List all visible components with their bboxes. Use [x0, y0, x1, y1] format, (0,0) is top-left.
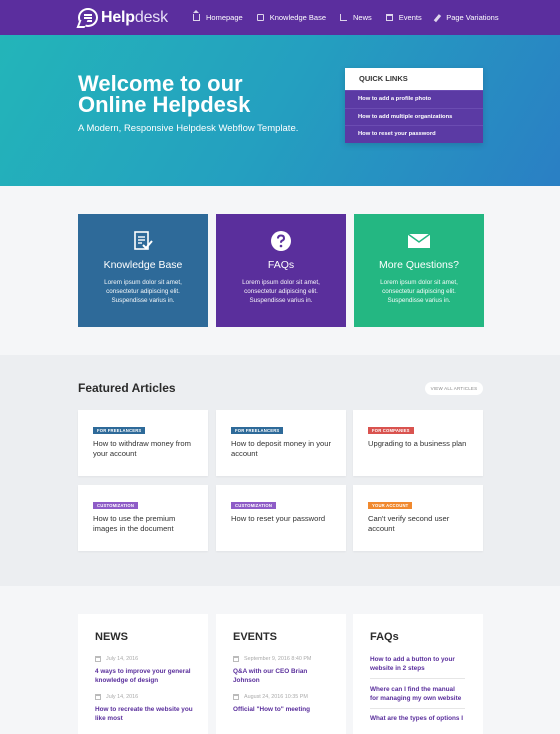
quick-link-item[interactable]: How to reset your password: [345, 125, 483, 143]
hero-title-line1: Welcome to our: [78, 71, 243, 96]
nav-label: Events: [398, 13, 422, 22]
quick-links-panel: QUICK LINKS How to add a profile photo H…: [345, 68, 483, 143]
category-tag: CUSTOMIZATION: [231, 502, 277, 509]
book-icon: [256, 14, 264, 21]
article-title: How to reset your password: [231, 514, 326, 523]
quick-links-heading: QUICK LINKS: [345, 68, 483, 90]
article-card[interactable]: FOR COMPANIES Upgrading to a business pl…: [353, 410, 483, 476]
news-date: July 14, 2016: [106, 656, 139, 662]
calendar-icon: [233, 656, 239, 662]
article-title: How to withdraw money from your account: [93, 439, 191, 458]
feature-cards: Knowledge Base Lorem ipsum dolor sit ame…: [78, 214, 484, 327]
card-knowledge-base[interactable]: Knowledge Base Lorem ipsum dolor sit ame…: [78, 214, 208, 327]
article-title: How to use the premium images in the doc…: [93, 514, 176, 533]
bottom-section: NEWS July 14, 2016 4 ways to improve you…: [0, 586, 560, 734]
article-title: How to deposit money in your account: [231, 439, 332, 458]
article-card[interactable]: FOR FREELANCERS How to deposit money in …: [216, 410, 346, 476]
pencil-icon: [433, 13, 441, 22]
logo[interactable]: Helpdesk: [78, 8, 168, 27]
home-icon: [193, 10, 200, 21]
nav-label: Page Variations: [446, 13, 499, 22]
category-tag: CUSTOMIZATION: [93, 502, 139, 509]
news-link[interactable]: 4 ways to improve your general knowledge…: [95, 667, 195, 685]
news-date: July 14, 2016: [106, 694, 139, 700]
calendar-icon: [385, 14, 393, 21]
card-faqs[interactable]: FAQs Lorem ipsum dolor sit amet, consect…: [216, 214, 346, 327]
category-tag: FOR COMPANIES: [368, 427, 414, 434]
view-all-articles-button[interactable]: VIEW ALL ARTICLES: [425, 382, 483, 395]
calendar-icon: [95, 656, 101, 662]
hero-section: Welcome to our Online Helpdesk A Modern,…: [0, 35, 560, 186]
news-item: July 14, 2016 4 ways to improve your gen…: [95, 656, 195, 685]
question-icon: [216, 230, 346, 252]
hero-title-line2: Online Helpdesk: [78, 92, 251, 117]
faq-link[interactable]: Where can I find the manual for managing…: [370, 685, 465, 703]
nav-news[interactable]: News: [340, 13, 372, 22]
event-date: August 24, 2016 10:35 PM: [244, 694, 308, 700]
event-item: September 9, 2016 8:40 PM Q&A with our C…: [233, 656, 333, 685]
news-icon: [340, 14, 347, 21]
category-tag: FOR FREELANCERS: [231, 427, 284, 434]
nav-label: Knowledge Base: [269, 13, 326, 22]
nav-homepage[interactable]: Homepage: [193, 10, 243, 22]
article-card[interactable]: YOUR ACCOUNT Can't verify second user ac…: [353, 485, 483, 551]
nav-links: Homepage Knowledge Base News Events Page…: [193, 0, 513, 35]
divider: [370, 708, 465, 709]
card-text: Lorem ipsum dolor sit amet, consectetur …: [242, 279, 320, 304]
hero-subtitle: A Modern, Responsive Helpdesk Webflow Te…: [78, 123, 299, 134]
article-card[interactable]: CUSTOMIZATION How to use the premium ima…: [78, 485, 208, 551]
article-card[interactable]: FOR FREELANCERS How to withdraw money fr…: [78, 410, 208, 476]
event-link[interactable]: Official "How to" meeting: [233, 705, 333, 714]
column-title: NEWS: [95, 631, 128, 643]
nav-events[interactable]: Events: [385, 13, 422, 22]
card-text: Lorem ipsum dolor sit amet, consectetur …: [104, 279, 182, 304]
chat-bubble-logo-icon: [78, 8, 98, 27]
article-title: Upgrading to a business plan: [368, 439, 467, 448]
news-link[interactable]: How to recreate the website you like mos…: [95, 705, 195, 723]
card-more-questions[interactable]: More Questions? Lorem ipsum dolor sit am…: [354, 214, 484, 327]
section-title: Featured Articles: [78, 381, 176, 395]
top-navbar: Helpdesk Homepage Knowledge Base News Ev…: [0, 0, 560, 35]
hero-title: Welcome to our Online Helpdesk: [78, 71, 308, 117]
card-title: Knowledge Base: [103, 259, 183, 271]
card-title: More Questions?: [379, 259, 459, 271]
calendar-icon: [233, 694, 239, 700]
nav-label: News: [353, 13, 372, 22]
logo-text-light: desk: [134, 8, 168, 26]
category-tag: YOUR ACCOUNT: [368, 502, 413, 509]
news-item: July 14, 2016 How to recreate the websit…: [95, 694, 195, 723]
featured-articles-section: Featured Articles VIEW ALL ARTICLES FOR …: [0, 355, 560, 586]
article-title: Can't verify second user account: [368, 514, 450, 533]
category-tag: FOR FREELANCERS: [93, 427, 146, 434]
calendar-icon: [95, 694, 101, 700]
checklist-icon: [78, 230, 208, 252]
event-link[interactable]: Q&A with our CEO Brian Johnson: [233, 667, 333, 685]
faqs-column: FAQs How to add a button to your website…: [353, 614, 483, 734]
events-column: EVENTS September 9, 2016 8:40 PM Q&A wit…: [216, 614, 346, 734]
faq-link[interactable]: What are the types of options I: [370, 714, 465, 723]
mail-icon: [354, 230, 484, 252]
article-card[interactable]: CUSTOMIZATION How to reset your password: [216, 485, 346, 551]
event-date: September 9, 2016 8:40 PM: [244, 656, 312, 662]
news-column: NEWS July 14, 2016 4 ways to improve you…: [78, 614, 208, 734]
event-item: August 24, 2016 10:35 PM Official "How t…: [233, 694, 333, 714]
logo-text-bold: Help: [101, 8, 135, 26]
divider: [370, 678, 465, 679]
card-text: Lorem ipsum dolor sit amet, consectetur …: [380, 279, 458, 304]
column-title: EVENTS: [233, 631, 278, 643]
column-title: FAQs: [370, 631, 399, 643]
card-title: FAQs: [267, 259, 295, 271]
quick-link-item[interactable]: How to add a profile photo: [345, 90, 483, 108]
faq-link[interactable]: How to add a button to your website in 2…: [370, 655, 465, 673]
nav-knowledge-base[interactable]: Knowledge Base: [256, 13, 326, 22]
nav-label: Homepage: [206, 13, 243, 22]
quick-link-item[interactable]: How to add multiple organizations: [345, 107, 483, 125]
nav-page-variations[interactable]: Page Variations: [433, 13, 499, 22]
